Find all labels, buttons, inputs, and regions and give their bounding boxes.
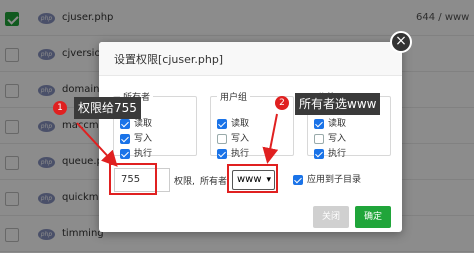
owner-label: 所有者 [200,177,228,187]
permission-highlight [109,163,157,195]
group-legend: 用户组 [220,93,248,103]
group-read-checkbox[interactable] [217,119,227,129]
owner-highlight [227,164,278,193]
close-icon[interactable]: × [390,31,412,53]
public-read-checkbox[interactable] [314,119,324,129]
owner-exec-checkbox[interactable] [120,149,130,159]
group-exec-checkbox[interactable] [217,149,227,159]
step1-badge: 1 [53,101,67,115]
confirm-button[interactable]: 确定 [355,206,391,228]
step1-callout: 权限给755 [74,97,141,119]
step2-badge: 2 [275,96,289,110]
owner-read-checkbox[interactable] [120,119,130,129]
dialog-header: 设置权限[cjuser.php] [99,42,402,76]
close-button[interactable]: 关闭 [313,206,349,228]
apply-subdir-checkbox[interactable] [293,175,303,185]
public-exec-checkbox[interactable] [314,149,324,159]
step2-callout: 所有者选www [295,93,381,115]
dialog-title: 设置权限[cjuser.php] [114,53,224,66]
permission-label: 权限, [174,177,195,187]
public-write-checkbox[interactable] [314,134,324,144]
group-write-checkbox[interactable] [217,134,227,144]
permission-dialog: 设置权限[cjuser.php] 所有者 读取 写入 执行 用户组 读取 写入 … [99,42,402,232]
owner-write-checkbox[interactable] [120,134,130,144]
